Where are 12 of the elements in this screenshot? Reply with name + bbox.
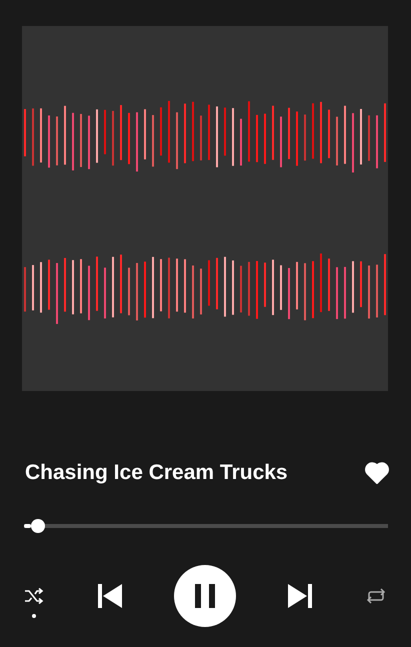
song-title: Chasing Ice Cream Trucks <box>25 461 288 485</box>
active-dot <box>32 614 36 618</box>
progress-thumb[interactable] <box>31 519 46 533</box>
shuffle-icon <box>24 587 44 605</box>
next-icon <box>288 584 312 608</box>
previous-icon <box>98 584 122 608</box>
repeat-icon <box>365 587 387 605</box>
previous-button[interactable] <box>98 584 122 608</box>
heart-icon[interactable] <box>365 462 389 484</box>
pause-icon <box>194 584 216 608</box>
repeat-button[interactable] <box>364 587 388 605</box>
next-button[interactable] <box>288 584 312 608</box>
